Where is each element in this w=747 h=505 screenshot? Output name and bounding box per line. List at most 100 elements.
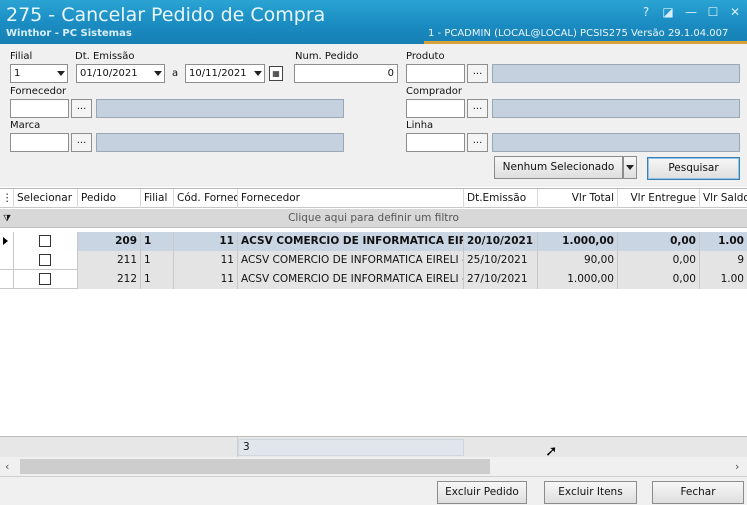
grid-filter-row[interactable]: ⧩ Clique aqui para definir um filtro — [0, 209, 747, 228]
fechar-button[interactable]: Fechar — [652, 481, 744, 504]
scroll-left-icon[interactable]: ‹ — [5, 460, 9, 473]
column-header-selecionar[interactable]: Selecionar — [14, 189, 78, 208]
orders-grid[interactable]: ⋮ Selecionar Pedido Filial Cód. Fornec F… — [0, 188, 747, 476]
mouse-cursor-icon: ➚ — [545, 442, 558, 460]
column-header-dt-emissao[interactable]: Dt.Emissão — [464, 189, 538, 208]
cell-filial: 1 — [141, 270, 174, 289]
grid-header: ⋮ Selecionar Pedido Filial Cód. Fornec F… — [0, 189, 747, 208]
column-header-pedido[interactable]: Pedido — [78, 189, 141, 208]
horizontal-scrollbar[interactable]: ‹ › — [0, 457, 747, 476]
window-subtitle: Winthor - PC Sistemas — [6, 28, 132, 39]
date-range-separator: a — [172, 68, 179, 79]
dt-emissao-start-value: 01/10/2021 — [80, 68, 138, 79]
linha-code-input[interactable] — [406, 133, 465, 152]
filter-panel: Filial Dt. Emissão Num. Pedido Produto 1… — [0, 44, 747, 187]
scrollbar-thumb[interactable] — [20, 459, 490, 474]
row-indicator — [0, 232, 14, 251]
cell-pedido: 209 — [78, 232, 141, 251]
column-header-filial[interactable]: Filial — [141, 189, 174, 208]
excluir-itens-button[interactable]: Excluir Itens — [544, 481, 637, 504]
table-row[interactable]: 211 1 11 ACSV COMERCIO DE INFORMATICA EI… — [0, 251, 747, 270]
linha-search-button[interactable]: ... — [467, 133, 488, 152]
column-header-cod-fornec[interactable]: Cód. Fornec — [174, 189, 238, 208]
fornecedor-code-input[interactable] — [10, 99, 69, 118]
minimize-icon[interactable]: — — [682, 4, 700, 20]
cell-vlr-saldo: 1.00 — [700, 232, 747, 251]
cell-pedido: 212 — [78, 270, 141, 289]
user-info: 1 - PCADMIN (LOCAL@LOCAL) PCSIS275 Versã… — [428, 28, 729, 39]
column-header-vlr-entregue[interactable]: Vlr Entregue — [618, 189, 700, 208]
dt-emissao-end-field[interactable]: 10/11/2021 — [185, 64, 265, 83]
selection-dropdown-toggle[interactable] — [623, 156, 637, 179]
footer-record-count: 3 — [238, 439, 464, 456]
cell-cod-fornec: 11 — [174, 270, 238, 289]
cell-filial: 1 — [141, 232, 174, 251]
comprador-search-button[interactable]: ... — [467, 99, 488, 118]
num-pedido-label: Num. Pedido — [295, 51, 359, 62]
marca-code-input[interactable] — [10, 133, 69, 152]
chevron-down-icon — [57, 71, 65, 76]
filial-select[interactable]: 1 — [10, 64, 68, 83]
cell-filial: 1 — [141, 251, 174, 270]
cell-pedido: 211 — [78, 251, 141, 270]
comprador-code-input[interactable] — [406, 99, 465, 118]
cell-dt-emissao: 25/10/2021 — [464, 251, 538, 270]
row-select-cell — [14, 270, 78, 289]
column-header-vlr-total[interactable]: Vlr Total — [538, 189, 618, 208]
column-header-fornecedor[interactable]: Fornecedor — [238, 189, 464, 208]
cell-fornecedor: ACSV COMERCIO DE INFORMATICA EIRELI — [238, 232, 464, 251]
cell-cod-fornec: 11 — [174, 251, 238, 270]
dt-emissao-label: Dt. Emissão — [75, 51, 135, 62]
restore-icon[interactable]: ◪ — [659, 4, 677, 20]
cell-cod-fornec: 11 — [174, 232, 238, 251]
grid-filter-hint: Clique aqui para definir um filtro — [288, 212, 459, 224]
row-indicator — [0, 270, 14, 289]
cell-vlr-saldo: 1.00 — [700, 270, 747, 289]
row-select-checkbox[interactable] — [39, 273, 51, 285]
cell-vlr-total: 90,00 — [538, 251, 618, 270]
fornecedor-search-button[interactable]: ... — [71, 99, 92, 118]
cell-fornecedor: ACSV COMERCIO DE INFORMATICA EIRELI - I — [238, 270, 464, 289]
excluir-pedido-button[interactable]: Excluir Pedido — [437, 481, 527, 504]
cell-vlr-saldo: 9 — [700, 251, 747, 270]
action-bar: Excluir Pedido Excluir Itens Fechar — [0, 476, 747, 505]
linha-description-field — [492, 133, 740, 152]
filial-value: 1 — [14, 68, 21, 79]
marca-search-button[interactable]: ... — [71, 133, 92, 152]
search-button[interactable]: Pesquisar — [647, 157, 740, 180]
scroll-right-icon[interactable]: › — [735, 460, 739, 473]
dt-emissao-start-field[interactable]: 01/10/2021 — [76, 64, 165, 83]
table-row[interactable]: 209 1 11 ACSV COMERCIO DE INFORMATICA EI… — [0, 232, 747, 251]
window-title: 275 - Cancelar Pedido de Compra — [6, 4, 326, 26]
row-indicator-icon — [3, 237, 8, 245]
cell-vlr-total: 1.000,00 — [538, 270, 618, 289]
column-chooser-icon[interactable]: ⋮ — [0, 189, 14, 208]
dt-emissao-end-value: 10/11/2021 — [189, 68, 247, 79]
cell-dt-emissao: 27/10/2021 — [464, 270, 538, 289]
row-select-checkbox[interactable] — [39, 254, 51, 266]
table-row[interactable]: 212 1 11 ACSV COMERCIO DE INFORMATICA EI… — [0, 270, 747, 289]
produto-code-input[interactable] — [406, 64, 465, 83]
calendar-icon[interactable]: ▦ — [269, 66, 283, 81]
column-header-vlr-saldo[interactable]: Vlr Saldo — [700, 189, 747, 208]
produto-search-button[interactable]: ... — [467, 64, 488, 83]
row-select-cell — [14, 232, 78, 251]
marca-label: Marca — [10, 120, 41, 131]
row-indicator — [0, 251, 14, 270]
row-select-cell — [14, 251, 78, 270]
comprador-description-field — [492, 99, 740, 118]
grid-footer: 3 — [0, 436, 747, 457]
row-select-checkbox[interactable] — [39, 235, 51, 247]
num-pedido-input[interactable]: 0 — [294, 64, 398, 83]
cell-fornecedor: ACSV COMERCIO DE INFORMATICA EIRELI - I — [238, 251, 464, 270]
chevron-down-icon — [154, 71, 162, 76]
close-icon[interactable]: ✕ — [726, 4, 744, 20]
cell-vlr-entregue: 0,00 — [618, 270, 700, 289]
cell-vlr-entregue: 0,00 — [618, 232, 700, 251]
selection-dropdown-button[interactable]: Nenhum Selecionado — [494, 156, 623, 179]
maximize-icon[interactable]: ☐ — [704, 4, 722, 20]
cell-vlr-entregue: 0,00 — [618, 251, 700, 270]
help-icon[interactable]: ? — [637, 4, 655, 20]
cell-vlr-total: 1.000,00 — [538, 232, 618, 251]
fornecedor-label: Fornecedor — [10, 86, 67, 97]
